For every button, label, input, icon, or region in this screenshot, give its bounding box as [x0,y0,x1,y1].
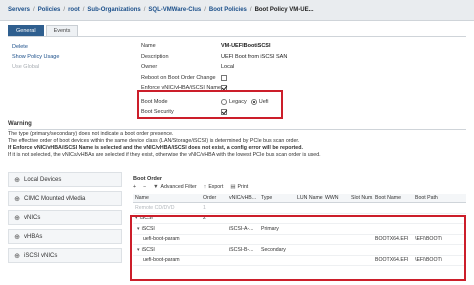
actions-panel: Delete Show Policy Usage Use Global [12,44,59,74]
breadcrumb-separator: / [143,7,146,13]
row-name: Remote CD/DVD [135,204,175,211]
boot-mode-highlight [137,90,283,119]
delete-link[interactable]: Delete [12,44,59,50]
column-header[interactable]: Slot Num... [349,195,373,201]
print-button[interactable]: ▤ Print [230,184,248,190]
device-group-iscsi-vnics[interactable]: ⊕ iSCSI vNICs [8,248,122,263]
plus-icon: + [133,184,137,190]
advanced-filter-button[interactable]: ▼ Advanced Filter [153,184,197,190]
minus-icon: − [143,184,147,190]
column-header[interactable]: LUN Name [295,195,323,201]
description-row: Description UEFI Boot from iSCSI SAN [141,52,291,63]
export-label: Export [208,184,224,190]
description-label: Description [141,53,169,60]
boot-order-toolbar: + − ▼ Advanced Filter ↑ Export ▤ Print [133,184,255,190]
device-group-vhbas[interactable]: ⊕ vHBAs [8,229,122,244]
reboot-row: Reboot on Boot Order Change [141,73,291,84]
breadcrumb-sql-vmware-clus[interactable]: SQL-VMWare-Clus [148,7,201,13]
column-header[interactable]: Name [133,195,201,201]
print-label: Print [237,184,249,190]
breadcrumb-separator: / [249,7,252,13]
export-icon: ↑ [203,184,207,190]
iscsi-entries-highlight [130,215,466,281]
reboot-label: Reboot on Boot Order Change [141,74,216,81]
use-global-link: Use Global [12,64,40,70]
expand-icon: ⊕ [14,214,20,222]
export-button[interactable]: ↑ Export [204,184,224,190]
device-group-label: CIMC Mounted vMedia [24,195,86,202]
expand-icon: ⊕ [14,252,20,260]
breadcrumb-root[interactable]: root [68,7,80,13]
table-row[interactable]: Remote CD/DVD 1 [133,203,466,214]
owner-value: Local [221,64,235,71]
breadcrumb-separator: / [33,7,35,13]
warning-line: If Enforce vNIC/vHBA/iSCSI Name is selec… [8,145,303,151]
column-header[interactable]: Boot Name [373,195,413,201]
name-row: Name VM-UEFIBootiSCSI [141,41,291,52]
expand-icon: ⊕ [14,233,20,241]
owner-label: Owner [141,64,158,71]
table-header: Name Order vNIC/vHB... Type LUN Name WWN… [133,194,466,203]
column-header[interactable]: vNIC/vHB... [227,195,259,201]
column-header[interactable]: Order [201,195,227,201]
device-group-label: vHBAs [24,233,43,240]
breadcrumb: Servers / Policies / root / Sub-Organizatio… [0,0,474,21]
boot-order-title: Boot Order [133,176,163,182]
device-group-vnics[interactable]: ⊕ vNICs [8,210,122,225]
expand-icon: ⊕ [14,176,20,184]
warning-divider [8,129,466,130]
breadcrumb-separator: / [204,7,206,13]
breadcrumb-current: Boot Policy VM-UE... [254,7,314,13]
reboot-checkbox[interactable] [221,74,227,81]
description-field[interactable]: UEFI Boot from iSCSI SAN [221,54,287,60]
column-header[interactable]: Type [259,195,295,201]
name-value: VM-UEFIBootiSCSI [221,43,271,50]
breadcrumb-servers[interactable]: Servers [8,7,30,13]
owner-row: Owner Local [141,62,291,73]
row-order: 1 [203,204,206,211]
breadcrumb-policies[interactable]: Policies [38,7,61,13]
warning-line: The type (primary/secondary) does not in… [8,131,174,137]
filter-icon: ▼ [153,184,159,190]
warning-title: Warning [8,121,32,127]
breadcrumb-sub-organizations[interactable]: Sub-Organizations [87,7,140,13]
show-policy-usage-link[interactable]: Show Policy Usage [12,54,59,60]
device-group-label: iSCSI vNICs [24,252,58,259]
warning-line: If it is not selected, the vNICs/vHBAs a… [8,152,321,158]
tab-divider [8,36,466,37]
print-icon: ▤ [230,184,236,190]
device-list: ⊕ Local Devices ⊕ CIMC Mounted vMedia ⊕ … [8,172,122,267]
column-header[interactable]: WWN [323,195,349,201]
breadcrumb-separator: / [63,7,66,13]
device-group-cimc-vmedia[interactable]: ⊕ CIMC Mounted vMedia [8,191,122,206]
column-header[interactable]: Boot Path [413,195,466,201]
device-group-local-devices[interactable]: ⊕ Local Devices [8,172,122,187]
breadcrumb-boot-policies[interactable]: Boot Policies [209,7,247,13]
device-group-label: Local Devices [24,176,62,183]
expand-all-button[interactable]: + [133,184,136,190]
device-group-label: vNICs [24,214,41,221]
warning-line: The effective order of boot devices with… [8,138,300,144]
breadcrumb-separator: / [82,7,85,13]
name-label: Name [141,43,156,50]
collapse-all-button[interactable]: − [143,184,146,190]
warning-text: The type (primary/secondary) does not in… [8,131,468,159]
expand-icon: ⊕ [14,195,20,203]
advanced-filter-label: Advanced Filter [160,184,197,190]
